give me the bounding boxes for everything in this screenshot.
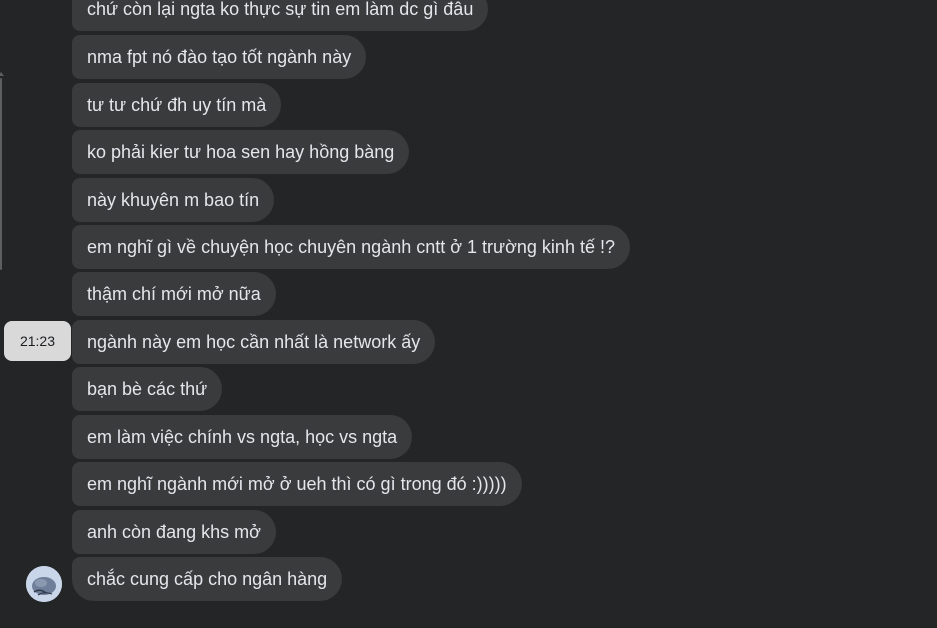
message-bubble[interactable]: ngành này em học cần nhất là network ấy	[72, 320, 436, 364]
message-bubble[interactable]: thậm chí mới mở nữa	[72, 272, 276, 316]
timestamp-tooltip: 21:23	[4, 321, 71, 361]
sender-avatar-icon[interactable]	[26, 566, 62, 602]
scroll-up-arrow-icon[interactable]	[0, 72, 4, 76]
message-bubble[interactable]: chắc cung cấp cho ngân hàng	[72, 557, 343, 601]
message-bubble[interactable]: em nghĩ gì về chuyện học chuyên ngành cn…	[72, 225, 630, 269]
message-bubble[interactable]: bạn bè các thứ	[72, 367, 223, 411]
message-bubble[interactable]: tư tư chứ đh uy tín mà	[72, 83, 282, 127]
message-bubble[interactable]: em làm việc chính vs ngta, học vs ngta	[72, 415, 413, 459]
message-bubble[interactable]: nma fpt nó đào tạo tốt ngành này	[72, 35, 367, 79]
message-thread: chứ còn lại ngta ko thực sự tin em làm d…	[0, 0, 937, 628]
message-bubble[interactable]: em nghĩ ngành mới mở ở ueh thì có gì tro…	[72, 462, 522, 506]
message-bubble[interactable]: anh còn đang khs mở	[72, 510, 276, 554]
scrollbar-thumb[interactable]	[0, 78, 2, 270]
message-bubble[interactable]: ko phải kier tư hoa sen hay hồng bàng	[72, 130, 410, 174]
message-bubble[interactable]: này khuyên m bao tín	[72, 178, 275, 222]
message-bubble[interactable]: chứ còn lại ngta ko thực sự tin em làm d…	[72, 0, 489, 31]
